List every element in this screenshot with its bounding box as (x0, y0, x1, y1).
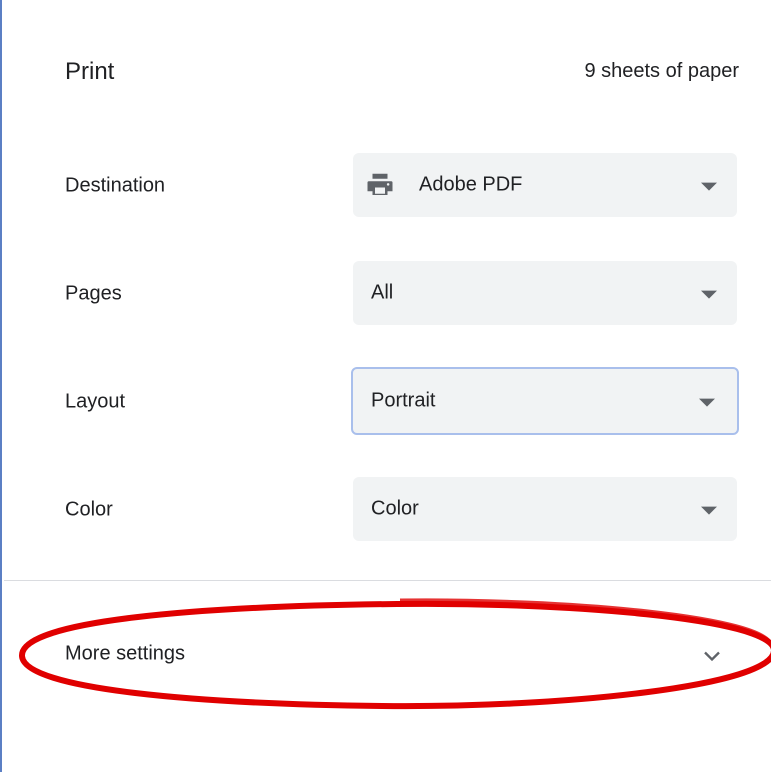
color-row: Color Color (65, 477, 739, 543)
more-settings-label: More settings (65, 642, 186, 665)
page-title: Print (65, 58, 115, 85)
destination-label: Destination (65, 174, 166, 197)
print-header: Print 9 sheets of paper (65, 56, 739, 92)
layout-label: Layout (65, 390, 126, 413)
destination-select[interactable]: Adobe PDF (353, 153, 737, 217)
layout-select[interactable]: Portrait (351, 367, 739, 435)
dropdown-arrow-icon (701, 182, 717, 191)
layout-value: Portrait (371, 389, 436, 412)
pages-select[interactable]: All (353, 261, 737, 325)
print-settings-panel: Print 9 sheets of paper Destination Adob… (0, 0, 771, 772)
pages-label: Pages (65, 282, 122, 305)
dropdown-arrow-icon (701, 290, 717, 299)
dropdown-arrow-icon (701, 506, 717, 515)
destination-value: Adobe PDF (419, 173, 523, 196)
color-value: Color (371, 497, 419, 520)
pages-value: All (371, 281, 394, 304)
printer-icon (367, 173, 393, 195)
more-settings-toggle[interactable]: More settings (2, 620, 771, 690)
layout-row: Layout Portrait (65, 367, 739, 435)
dropdown-arrow-icon (699, 398, 715, 407)
destination-row: Destination Adobe PDF (65, 153, 739, 219)
pages-row: Pages All (65, 261, 739, 327)
section-divider (4, 580, 771, 581)
color-select[interactable]: Color (353, 477, 737, 541)
color-label: Color (65, 498, 113, 521)
chevron-down-icon (704, 651, 720, 662)
sheet-count: 9 sheets of paper (584, 60, 739, 82)
